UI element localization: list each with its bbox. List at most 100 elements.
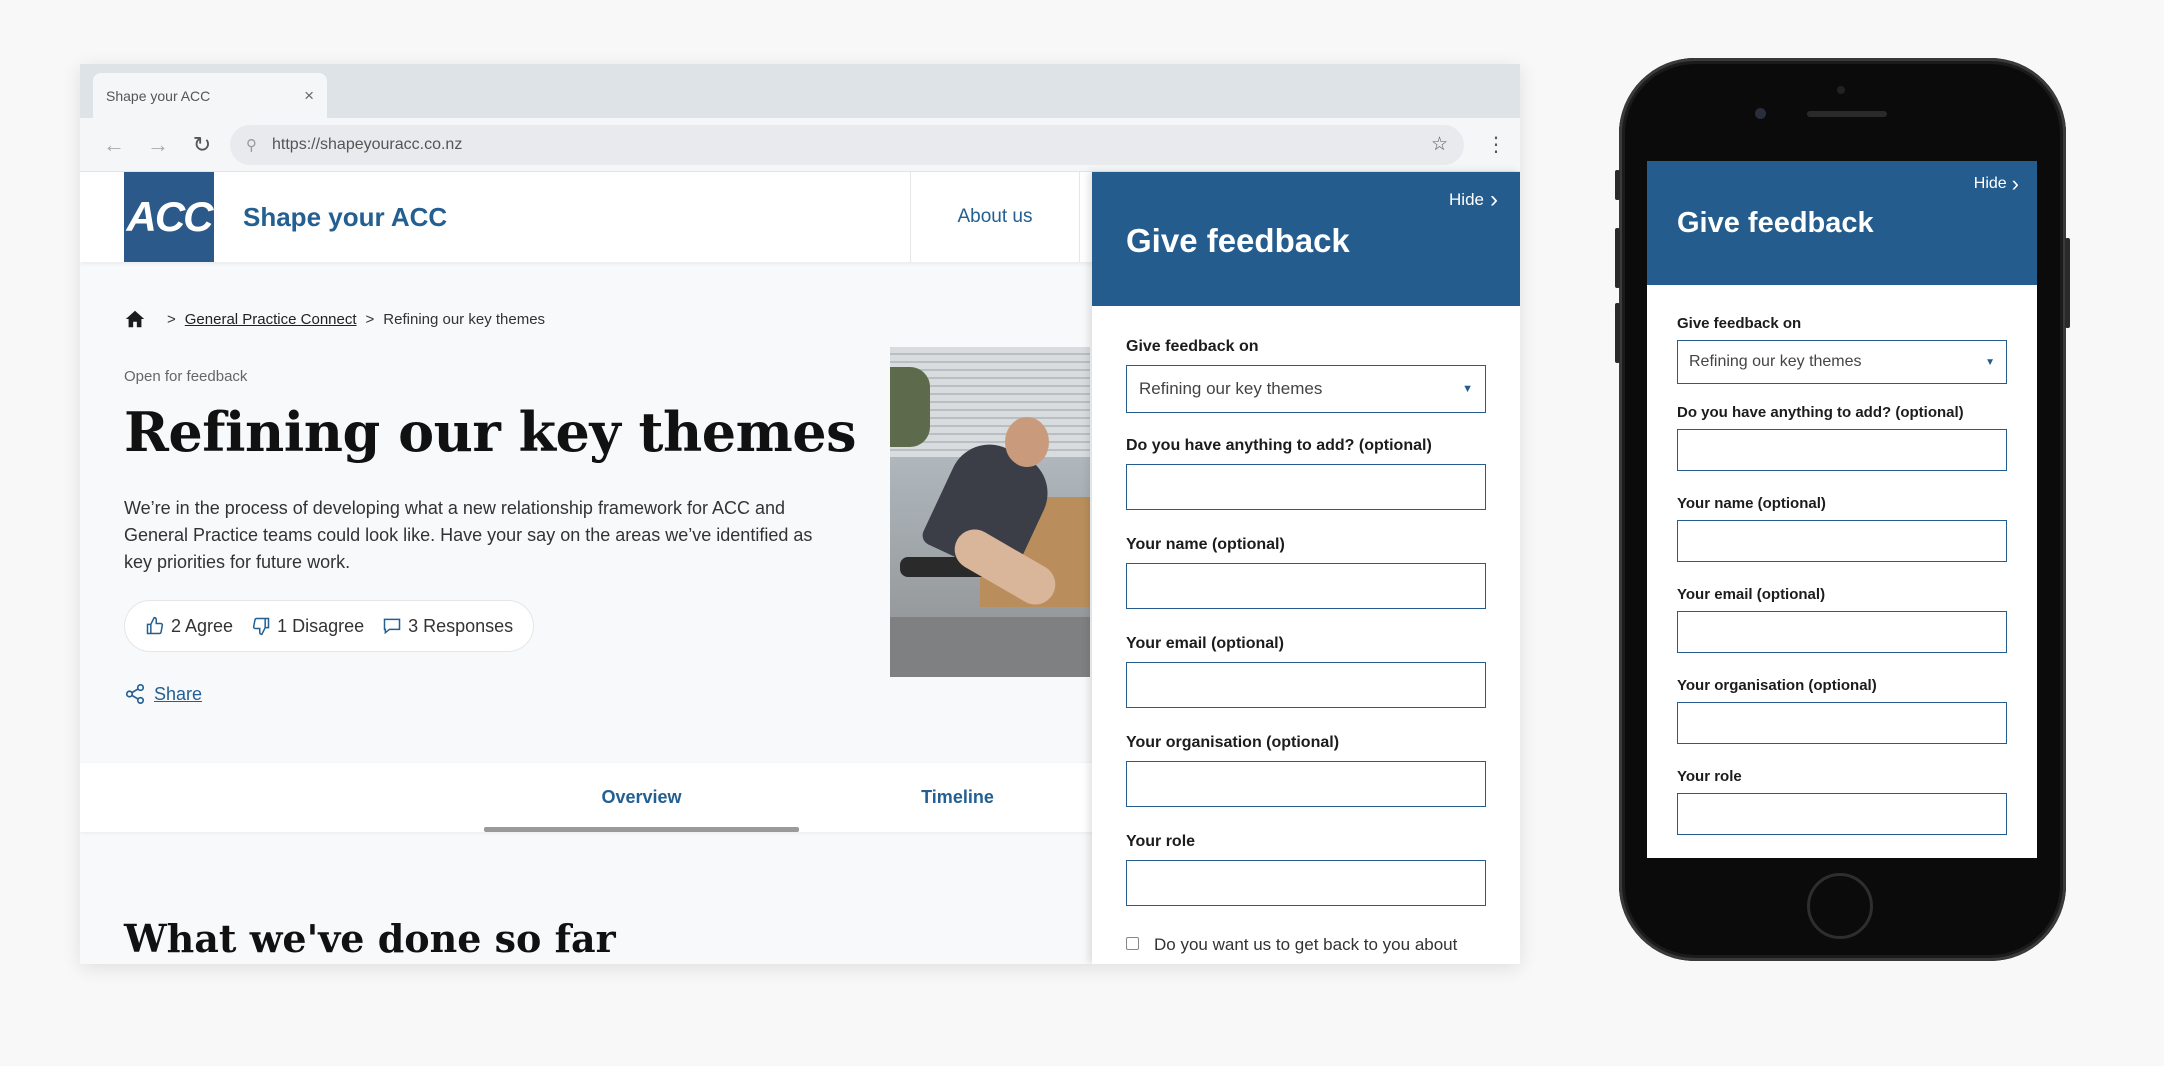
phone-sensor <box>1837 86 1845 94</box>
logo-text: ACC <box>126 193 214 240</box>
add-label: Do you have anything to add? (optional) <box>1126 437 1432 454</box>
role-label: Your role <box>1126 833 1196 850</box>
phone-screen: Hide › Give feedback Give feedback on Re… <box>1647 161 2037 858</box>
organisation-label: Your organisation (optional) <box>1126 734 1340 751</box>
feedback-title: Give feedback <box>1126 222 1350 259</box>
feedback-panel: Hide › Give feedback Give feedback on Re… <box>1092 172 1520 964</box>
phone-power-button <box>2065 238 2070 328</box>
active-tab-indicator <box>484 827 799 832</box>
phone-volume-down <box>1615 303 1620 363</box>
mobile-feedback-on-label: Give feedback on <box>1677 315 1802 332</box>
back-button[interactable]: ← <box>92 125 136 165</box>
reaction-bar: 2 Agree 1 Disagree 3 Responses <box>124 600 535 652</box>
phone-volume-up <box>1615 228 1620 288</box>
mobile-add-label: Do you have anything to add? (optional) <box>1677 404 1964 421</box>
phone-speaker <box>1807 111 1887 117</box>
phone-home-button[interactable] <box>1807 873 1873 939</box>
hero-photo <box>890 347 1090 677</box>
feedback-on-select[interactable]: Refining our key themes ▼ <box>1126 365 1486 413</box>
organisation-field[interactable] <box>1126 761 1486 807</box>
reload-button[interactable]: ↻ <box>180 125 224 165</box>
arrow-right-icon: → <box>147 131 169 157</box>
vertical-dots-icon[interactable]: ⋮ <box>1484 135 1508 155</box>
contact-label: Do you want us to get back to you about … <box>1154 935 1458 964</box>
phone-mockup: Hide › Give feedback Give feedback on Re… <box>1615 58 2070 961</box>
thumbs-up-icon <box>146 616 164 635</box>
page-title: Refining our key themes <box>124 400 857 464</box>
mobile-feedback-on-value: Refining our key themes <box>1689 353 1862 370</box>
role-field[interactable] <box>1126 860 1486 906</box>
mobile-hide-label: Hide <box>1973 175 2007 192</box>
disagree-button[interactable]: 1 Disagree <box>251 616 364 637</box>
arrow-left-icon: ← <box>103 131 125 157</box>
share-icon <box>125 684 145 704</box>
hide-label: Hide <box>1449 190 1484 209</box>
address-bar[interactable]: ⚲ https://shapeyouracc.co.nz ☆ <box>230 124 1464 165</box>
tab-timeline[interactable]: Timeline <box>800 763 1115 832</box>
browser-tab-title: Shape your ACC <box>106 87 211 104</box>
chevron-right-icon: › <box>2011 171 2019 196</box>
address-url: https://shapeyouracc.co.nz <box>272 135 463 153</box>
nav-about-us[interactable]: About us <box>910 172 1080 262</box>
breadcrumb-item-current: Refining our key themes <box>383 310 546 328</box>
email-label: Your email (optional) <box>1126 635 1284 652</box>
agree-button[interactable]: 2 Agree <box>145 616 233 637</box>
feedback-form: Give feedback on Refining our key themes… <box>1092 306 1520 964</box>
mobile-organisation-field[interactable] <box>1677 702 2007 744</box>
breadcrumb-separator: > <box>167 310 176 328</box>
responses-count: 3 Responses <box>408 615 514 636</box>
page-viewport: ACC Shape your ACC About us > General Pr… <box>80 172 1520 964</box>
email-field[interactable] <box>1126 662 1486 708</box>
name-field[interactable] <box>1126 563 1486 609</box>
feedback-header: Hide › Give feedback <box>1092 172 1520 306</box>
breadcrumb-item-general-practice[interactable]: General Practice Connect <box>185 311 357 328</box>
mobile-hide-button[interactable]: Hide › <box>1974 173 2019 195</box>
mobile-name-label: Your name (optional) <box>1677 495 1826 512</box>
mobile-feedback-form: Give feedback on Refining our key themes… <box>1647 285 2037 858</box>
breadcrumb-separator: > <box>365 310 375 328</box>
mobile-organisation-label: Your organisation (optional) <box>1677 677 1877 694</box>
feedback-on-label: Give feedback on <box>1126 338 1259 355</box>
thumbs-down-icon <box>252 617 270 636</box>
section-title: What we've done so far <box>124 916 616 961</box>
browser-tab[interactable]: Shape your ACC × <box>93 73 327 118</box>
mobile-feedback-on-select[interactable]: Refining our key themes ▼ <box>1677 340 2007 384</box>
name-label: Your name (optional) <box>1126 536 1285 553</box>
home-icon[interactable] <box>124 308 146 330</box>
reload-icon: ↻ <box>192 131 212 157</box>
contact-checkbox-row[interactable]: Do you want us to get back to you about … <box>1126 932 1486 964</box>
responses-button[interactable]: 3 Responses <box>382 616 513 637</box>
forward-button[interactable]: → <box>136 125 180 165</box>
speech-bubble-icon <box>383 618 401 635</box>
mobile-role-label: Your role <box>1677 768 1742 785</box>
tab-overview[interactable]: Overview <box>484 763 799 832</box>
phone-camera <box>1755 108 1766 119</box>
phone-mute-switch <box>1615 170 1620 200</box>
agree-count: 2 Agree <box>171 615 234 636</box>
browser-window: Shape your ACC × ← → ↻ ⚲ https://shapeyo… <box>80 64 1520 964</box>
mobile-name-field[interactable] <box>1677 520 2007 562</box>
tab-strip: Shape your ACC × <box>80 64 1520 118</box>
caret-down-icon: ▼ <box>1985 356 1995 368</box>
mobile-add-field[interactable] <box>1677 429 2007 471</box>
browser-toolbar: ← → ↻ ⚲ https://shapeyouracc.co.nz ☆ ⋮ <box>80 118 1520 172</box>
chevron-right-icon: › <box>1490 186 1498 213</box>
feedback-on-value: Refining our key themes <box>1139 379 1323 398</box>
add-field[interactable] <box>1126 464 1486 510</box>
page-description: We’re in the process of developing what … <box>124 498 813 572</box>
caret-down-icon: ▼ <box>1462 383 1473 395</box>
share-link[interactable]: Share <box>124 683 202 705</box>
search-icon: ⚲ <box>246 136 257 154</box>
hide-panel-button[interactable]: Hide › <box>1449 188 1498 212</box>
close-icon[interactable]: × <box>304 86 314 106</box>
disagree-count: 1 Disagree <box>277 615 365 636</box>
mobile-role-field[interactable] <box>1677 793 2007 835</box>
star-icon[interactable]: ☆ <box>1431 133 1448 156</box>
acc-logo[interactable]: ACC <box>124 172 214 262</box>
mobile-email-label: Your email (optional) <box>1677 586 1826 603</box>
breadcrumb: > General Practice Connect > Refining ou… <box>124 308 545 330</box>
contact-checkbox[interactable] <box>1126 937 1139 950</box>
mobile-email-field[interactable] <box>1677 611 2007 653</box>
share-label: Share <box>154 683 203 704</box>
site-name[interactable]: Shape your ACC <box>243 202 447 233</box>
